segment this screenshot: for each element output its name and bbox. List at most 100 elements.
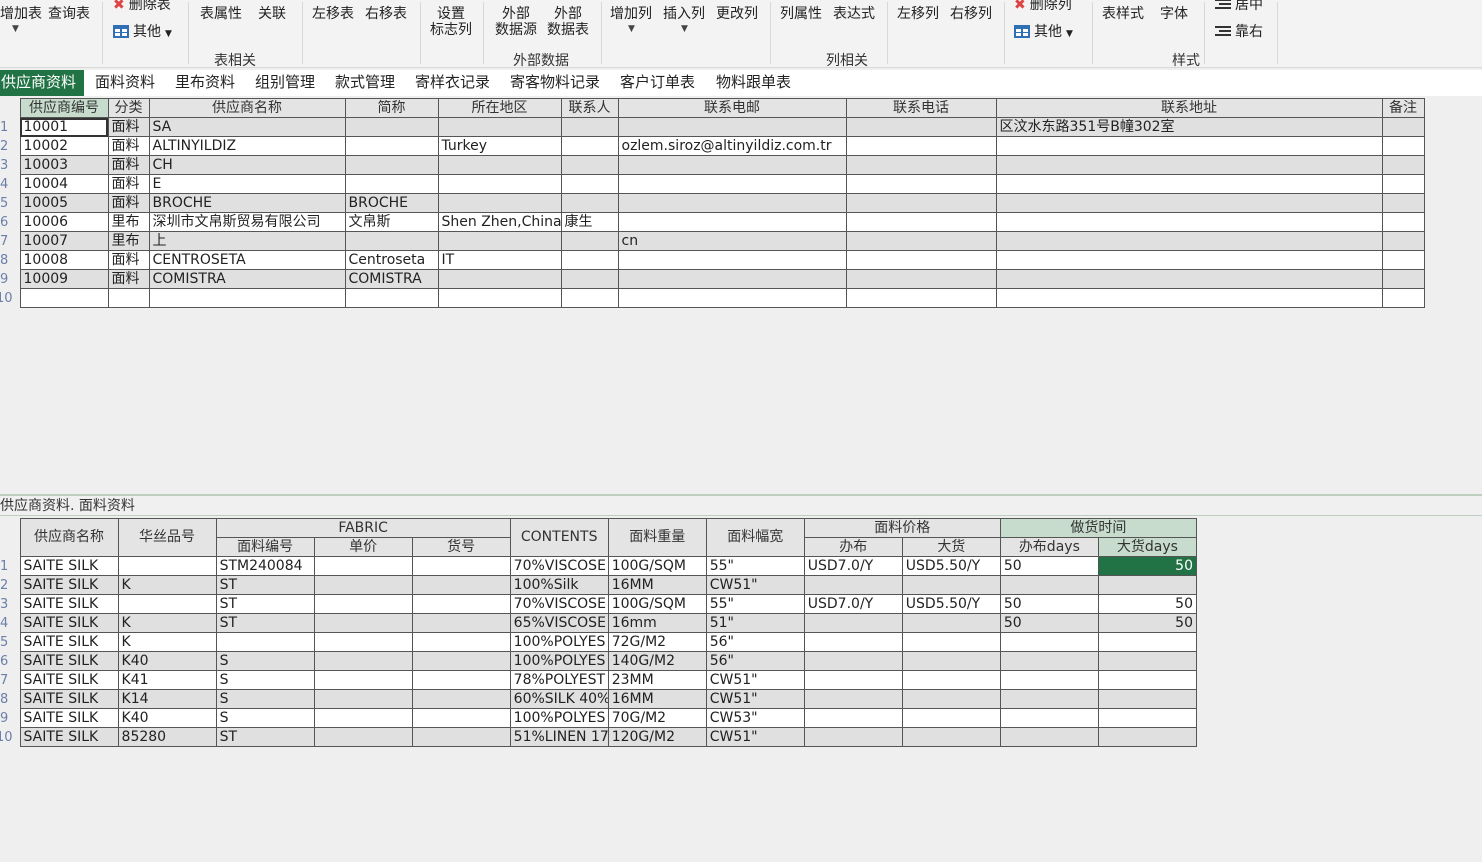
tab-style-management[interactable]: 款式管理 <box>335 70 395 96</box>
table-cell[interactable]: 23MM <box>607 670 707 690</box>
table-cell[interactable]: 100%POLYES <box>509 651 609 671</box>
table-cell[interactable]: 50 <box>999 594 1099 614</box>
table-cell[interactable] <box>999 689 1099 709</box>
table-cell[interactable] <box>1381 250 1425 270</box>
table-cell[interactable] <box>845 288 997 308</box>
table-cell[interactable] <box>995 212 1383 232</box>
table-cell[interactable]: 100G/SQM <box>607 594 707 614</box>
column-header[interactable]: 面料幅宽 <box>705 518 805 557</box>
table-cell[interactable] <box>617 117 847 137</box>
table-row[interactable]: 10 <box>0 288 1425 308</box>
table-cell[interactable] <box>995 193 1383 213</box>
table-cell[interactable]: 50 <box>1097 594 1198 614</box>
row-number[interactable]: 3 <box>0 156 20 175</box>
table-cell[interactable]: 10008 <box>19 250 109 270</box>
row-number[interactable]: 1 <box>0 118 20 137</box>
table-cell[interactable] <box>803 651 903 671</box>
table-cell[interactable] <box>901 670 1001 690</box>
column-header[interactable]: CONTENTS <box>509 518 609 557</box>
table-cell[interactable] <box>617 269 847 289</box>
table-cell[interactable] <box>901 689 1001 709</box>
table-cell[interactable]: 51%LINEN 17. <box>509 727 609 747</box>
table-cell[interactable] <box>845 250 997 270</box>
tab-lining[interactable]: 里布资料 <box>175 70 235 96</box>
table-cell[interactable] <box>845 269 997 289</box>
column-header[interactable]: 华丝品号 <box>117 518 217 557</box>
table-cell[interactable] <box>560 193 619 213</box>
table-cell[interactable] <box>1381 155 1425 175</box>
table-cell[interactable] <box>411 689 511 709</box>
row-number[interactable]: 10 <box>0 728 20 747</box>
column-header[interactable]: 大货days <box>1097 537 1198 557</box>
table-cell[interactable] <box>117 556 217 576</box>
table-cell[interactable] <box>845 136 997 156</box>
column-header[interactable]: 供应商编号 <box>19 98 109 118</box>
table-cell[interactable] <box>1097 575 1198 595</box>
table-row[interactable]: 3 SAITE SILK ST 70%VISCOSE 100G/SQM 55" USD7.0… <box>0 594 1198 614</box>
column-header[interactable]: 办布 <box>803 537 903 557</box>
table-cell[interactable] <box>845 212 997 232</box>
table-cell[interactable]: 里布 <box>107 212 150 232</box>
column-header[interactable]: 办布days <box>999 537 1099 557</box>
table-cell[interactable]: 16MM <box>607 689 707 709</box>
table-row[interactable]: 5 10005 面料 BROCHE BROCHE <box>0 193 1425 213</box>
table-cell[interactable]: 面料 <box>107 136 150 156</box>
table-row[interactable]: 1 SAITE SILK STM240084 70%VISCOSE 100G/SQM 55… <box>0 556 1198 576</box>
table-cell[interactable] <box>995 288 1383 308</box>
table-cell[interactable]: IT <box>437 250 562 270</box>
table-cell[interactable]: ST <box>215 727 315 747</box>
table-cell[interactable]: 16mm <box>607 613 707 633</box>
table-cell[interactable] <box>803 632 903 652</box>
table-cell[interactable] <box>411 594 511 614</box>
table-row[interactable]: 6 SAITE SILK K40 S 100%POLYES 140G/M2 56" <box>0 651 1198 671</box>
table-cell[interactable] <box>803 727 903 747</box>
table-cell[interactable]: USD7.0/Y <box>803 556 903 576</box>
table-cell[interactable]: K40 <box>117 708 217 728</box>
table-cell[interactable]: SAITE SILK <box>19 708 119 728</box>
table-cell[interactable]: 上 <box>148 231 346 251</box>
table-cell[interactable] <box>617 193 847 213</box>
table-cell[interactable]: 16MM <box>607 575 707 595</box>
table-cell[interactable]: CW51" <box>705 575 805 595</box>
table-cell[interactable] <box>313 689 413 709</box>
table-cell[interactable]: 100%POLYES <box>509 708 609 728</box>
table-cell[interactable]: BROCHE <box>148 193 346 213</box>
table-cell[interactable]: Turkey <box>437 136 562 156</box>
table-cell[interactable] <box>995 155 1383 175</box>
table-cell[interactable] <box>999 651 1099 671</box>
table-cell[interactable] <box>1381 136 1425 156</box>
row-number[interactable]: 1 <box>0 557 20 576</box>
table-cell[interactable]: 51" <box>705 613 805 633</box>
table-cell[interactable] <box>560 155 619 175</box>
table-cell[interactable]: 120G/M2 <box>607 727 707 747</box>
font-button[interactable]: 字体 <box>1160 6 1188 22</box>
chevron-down-icon[interactable]: ▼ <box>628 24 635 34</box>
table-cell[interactable]: 72G/M2 <box>607 632 707 652</box>
column-header[interactable]: 联系电话 <box>845 98 997 118</box>
table-row[interactable]: 2 SAITE SILK K ST 100%Silk 16MM CW51" <box>0 575 1198 595</box>
table-row[interactable]: 6 10006 里布 深圳市文帛斯贸易有限公司 文帛斯 Shen Zhen,China 康生 <box>0 212 1425 232</box>
insert-column-button[interactable]: 插入列 <box>663 6 705 22</box>
table-cell[interactable]: 里布 <box>107 231 150 251</box>
table-cell[interactable] <box>845 155 997 175</box>
tab-group-management[interactable]: 组别管理 <box>255 70 315 96</box>
move-column-right-button[interactable]: 右移列 <box>950 6 992 22</box>
chevron-down-icon[interactable]: ▼ <box>12 24 19 34</box>
column-header[interactable]: 供应商名称 <box>19 518 119 557</box>
table-row[interactable]: 9 SAITE SILK K40 S 100%POLYES 70G/M2 CW53" <box>0 708 1198 728</box>
table-cell[interactable]: 140G/M2 <box>607 651 707 671</box>
table-cell[interactable] <box>803 575 903 595</box>
delete-table-button[interactable]: ✖ 删除表 <box>113 0 171 13</box>
table-cell[interactable] <box>901 727 1001 747</box>
table-cell[interactable] <box>617 174 847 194</box>
column-group-header[interactable]: FABRIC <box>215 518 511 538</box>
table-cell[interactable]: 100G/SQM <box>607 556 707 576</box>
table-cell[interactable] <box>313 670 413 690</box>
table-cell[interactable]: USD5.50/Y <box>901 556 1001 576</box>
table-cell[interactable] <box>313 651 413 671</box>
table-cell[interactable] <box>411 651 511 671</box>
table-cell[interactable]: 面料 <box>107 193 150 213</box>
table-cell[interactable] <box>560 269 619 289</box>
delete-column-button[interactable]: ✖ 删除列 <box>1014 0 1072 13</box>
table-row[interactable]: 1 10001 面料 SA 区汶水东路351号B幢302室 <box>0 117 1425 137</box>
